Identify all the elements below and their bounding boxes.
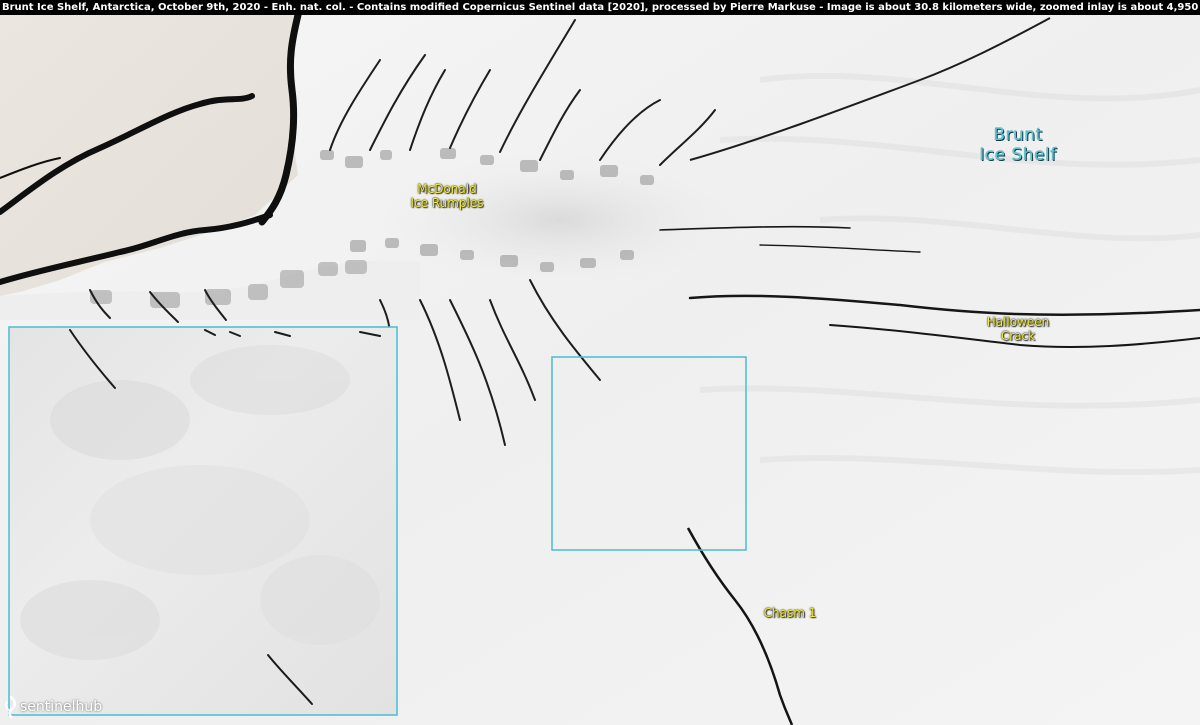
label-line: McDonald — [417, 182, 477, 196]
label-brunt-ice-shelf: Brunt Ice Shelf — [960, 125, 1076, 165]
label-line: Chasm 1 — [763, 606, 817, 620]
label-line: Ice Rumples — [410, 196, 484, 211]
satellite-image — [0, 0, 1200, 725]
label-chasm-1: Chasm 1 — [752, 606, 828, 620]
satellite-map: Brunt Ice Shelf, Antarctica, October 9th… — [0, 0, 1200, 725]
sentinelhub-logo-icon — [5, 696, 16, 718]
label-line: Brunt — [993, 125, 1043, 145]
image-caption: Brunt Ice Shelf, Antarctica, October 9th… — [0, 0, 1200, 15]
label-line: Ice Shelf — [979, 145, 1057, 166]
label-line: Crack — [1000, 329, 1036, 344]
label-mcdonald-ice-rumples: McDonald Ice Rumples — [396, 182, 498, 210]
label-halloween-crack: Halloween Crack — [970, 315, 1066, 343]
sentinelhub-logo: sentinelhub — [4, 695, 102, 719]
label-line: Halloween — [986, 315, 1050, 329]
logo-text: sentinelhub — [20, 699, 103, 715]
rumples-shading — [370, 150, 750, 290]
